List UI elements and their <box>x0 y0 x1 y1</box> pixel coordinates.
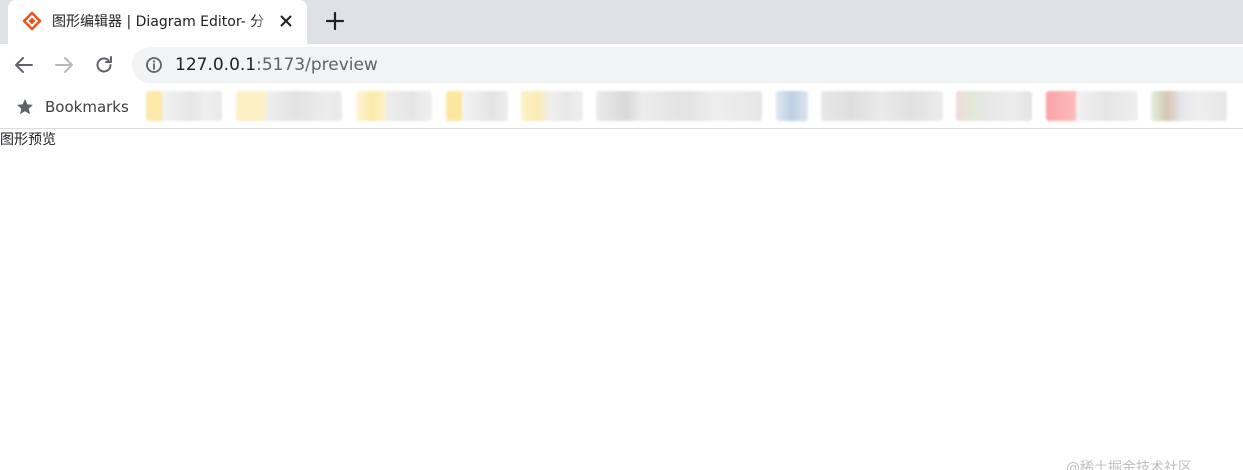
url-text[interactable]: 127.0.0.1:5173/preview <box>175 54 378 76</box>
bookmark-item-blurred[interactable] <box>776 91 808 121</box>
tab-title: 图形编辑器 | Diagram Editor- 分 <box>52 14 265 30</box>
page-content: 图形预览 @稀土掘金技术社区 <box>0 129 1243 470</box>
bookmark-item-blurred[interactable] <box>596 91 762 121</box>
bookmark-star-icon[interactable] <box>15 97 35 117</box>
bookmarks-bar: Bookmarks <box>0 86 1243 129</box>
bookmark-item-blurred[interactable] <box>146 91 222 121</box>
bookmark-item-blurred[interactable] <box>356 91 432 121</box>
tab-strip: 图形编辑器 | Diagram Editor- 分 <box>0 0 1243 44</box>
url-host: 127.0.0.1 <box>175 55 257 75</box>
page-heading-text: 图形预览 <box>0 132 56 148</box>
diagram-logo-icon <box>22 11 42 31</box>
bookmarks-label[interactable]: Bookmarks <box>45 97 129 117</box>
close-tab-icon[interactable] <box>276 11 296 31</box>
bookmark-item-blurred[interactable] <box>521 91 583 121</box>
site-info-icon[interactable] <box>145 56 163 74</box>
new-tab-plus-icon[interactable] <box>323 9 347 33</box>
bookmark-item-blurred[interactable] <box>1046 91 1138 121</box>
browser-window: 图形编辑器 | Diagram Editor- 分 127.0.0.1:5173… <box>0 0 1243 470</box>
bookmark-item-blurred[interactable] <box>1151 91 1227 121</box>
address-bar[interactable]: 127.0.0.1:5173/preview <box>132 47 1243 83</box>
back-arrow-icon[interactable] <box>12 53 36 77</box>
url-path: :5173/preview <box>256 55 378 75</box>
bookmark-item-blurred[interactable] <box>236 91 342 121</box>
reload-icon[interactable] <box>92 53 116 77</box>
navigation-toolbar: 127.0.0.1:5173/preview <box>0 44 1243 86</box>
forward-arrow-icon[interactable] <box>52 53 76 77</box>
watermark-text: @稀土掘金技术社区 <box>1066 460 1192 470</box>
bookmark-item-blurred[interactable] <box>821 91 943 121</box>
bookmark-item-blurred[interactable] <box>446 91 508 121</box>
tab-title-fade <box>254 10 274 34</box>
browser-tab-active[interactable]: 图形编辑器 | Diagram Editor- 分 <box>8 0 307 44</box>
bookmark-item-blurred[interactable] <box>956 91 1032 121</box>
